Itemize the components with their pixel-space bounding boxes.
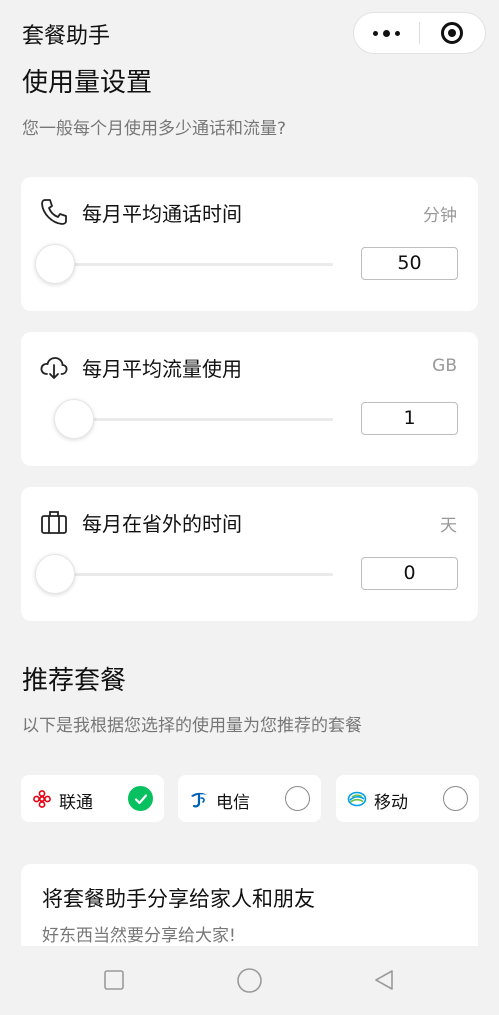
call-time-slider-thumb[interactable] (35, 244, 75, 284)
phone-icon (41, 199, 67, 225)
call-time-input[interactable]: 50 (361, 247, 458, 280)
mini-program-capsule (353, 12, 486, 54)
share-title: 将套餐助手分享给家人和朋友 (42, 887, 315, 911)
out-of-province-label: 每月在省外的时间 (82, 512, 242, 536)
out-of-province-slider-thumb[interactable] (35, 554, 75, 594)
out-of-province-card: 每月在省外的时间 天 0 (21, 487, 478, 621)
app-title: 套餐助手 (22, 24, 111, 49)
china-mobile-logo (347, 791, 367, 807)
radio-unchecked-icon[interactable] (285, 786, 310, 811)
briefcase-icon (41, 511, 67, 534)
out-of-province-unit: 天 (440, 516, 457, 536)
out-of-province-slider-track[interactable] (55, 573, 333, 576)
circle-home-icon[interactable] (236, 967, 263, 994)
data-usage-slider-track[interactable] (55, 418, 333, 421)
china-unicom-logo (33, 790, 51, 808)
call-time-unit: 分钟 (423, 206, 457, 226)
carrier-name-unicom: 联通 (59, 793, 93, 813)
call-time-slider-track[interactable] (55, 263, 333, 266)
radio-unchecked-icon[interactable] (443, 786, 468, 811)
system-nav-bar (0, 946, 499, 1015)
check-icon[interactable] (128, 786, 153, 811)
call-time-label: 每月平均通话时间 (82, 202, 242, 226)
cloud-download-icon (40, 357, 68, 379)
target-icon[interactable] (420, 12, 485, 54)
triangle-back-icon[interactable] (372, 968, 396, 992)
carrier-option-unicom[interactable]: 联通 (21, 775, 164, 822)
out-of-province-input[interactable]: 0 (361, 557, 458, 590)
data-usage-slider-thumb[interactable] (54, 399, 94, 439)
usage-section-title: 使用量设置 (22, 68, 153, 98)
square-icon[interactable] (102, 968, 126, 992)
carrier-name-telecom: 电信 (216, 793, 250, 813)
data-usage-card: 每月平均流量使用 GB 1 (21, 332, 478, 466)
carrier-option-telecom[interactable]: 电信 (178, 775, 321, 822)
more-dots-icon[interactable] (354, 12, 419, 54)
top-bar: 套餐助手 (0, 0, 499, 64)
carrier-name-mobile: 移动 (374, 793, 408, 813)
data-usage-label: 每月平均流量使用 (82, 357, 242, 381)
data-usage-unit: GB (432, 356, 457, 376)
call-time-card: 每月平均通话时间 分钟 50 (21, 177, 478, 311)
recommend-section-title: 推荐套餐 (22, 666, 127, 696)
data-usage-input[interactable]: 1 (361, 402, 458, 435)
usage-section-subtitle: 您一般每个月使用多少通话和流量? (22, 119, 287, 139)
china-telecom-logo (191, 792, 207, 808)
carrier-option-mobile[interactable]: 移动 (336, 775, 479, 822)
recommend-section-subtitle: 以下是我根据您选择的使用量为您推荐的套餐 (22, 716, 362, 736)
share-subtitle: 好东西当然要分享给大家! (42, 926, 236, 946)
